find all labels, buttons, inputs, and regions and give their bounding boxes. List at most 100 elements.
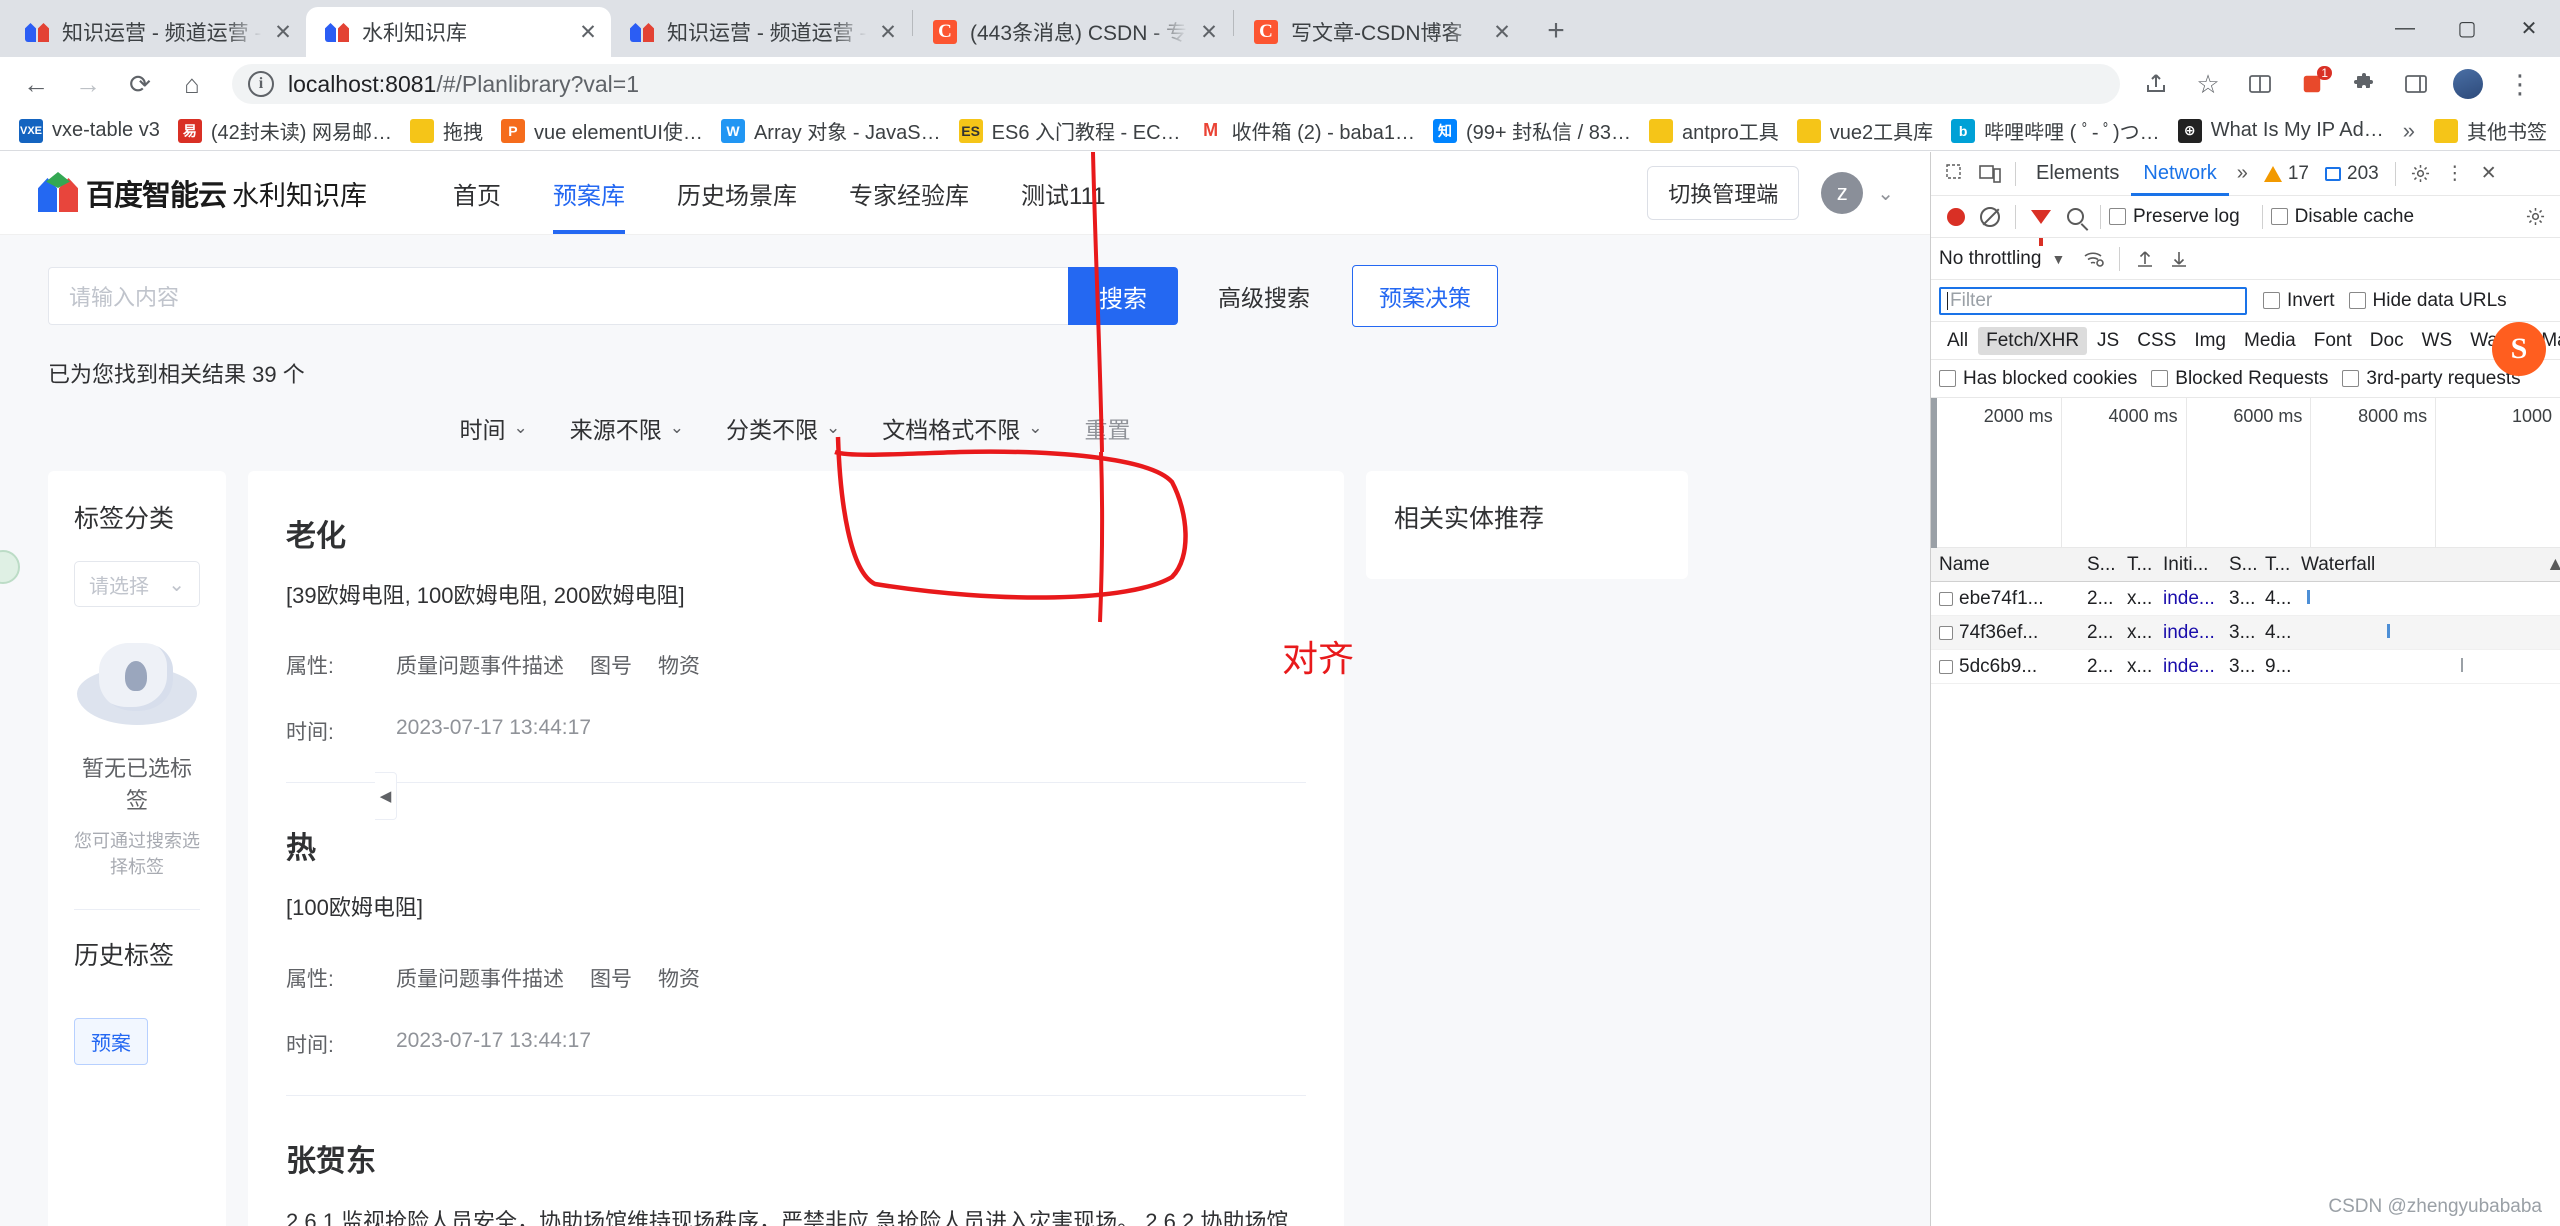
type-filter-css[interactable]: CSS <box>2129 327 2184 355</box>
tab-close-icon[interactable]: ✕ <box>1194 17 1224 47</box>
table-row[interactable]: 74f36ef... 2... x... inde... 3... 4... <box>1931 616 2560 650</box>
result-title[interactable]: 热 <box>286 823 1306 867</box>
wifi-icon[interactable] <box>2077 242 2111 276</box>
bookmark-star-icon[interactable]: ☆ <box>2186 62 2230 106</box>
more-tabs-icon[interactable]: » <box>2229 162 2256 185</box>
bookmark-item[interactable]: 知 (99+ 封私信 / 83… <box>1424 114 1640 148</box>
new-tab-button[interactable]: + <box>1533 8 1579 54</box>
blocked-requests-checkbox[interactable] <box>2151 370 2169 387</box>
bookmark-item[interactable]: VXE vxe-table v3 <box>10 114 169 148</box>
request-initiator[interactable]: inde... <box>2155 656 2221 678</box>
browser-menu-icon[interactable]: ⋮ <box>2498 62 2542 106</box>
devtools-tab-elements[interactable]: Elements <box>2024 152 2131 196</box>
nav-item-test111[interactable]: 测试111 <box>995 152 1131 234</box>
type-filter-media[interactable]: Media <box>2236 327 2304 355</box>
window-close-button[interactable]: ✕ <box>2498 0 2560 57</box>
minimize-button[interactable]: — <box>2374 0 2436 57</box>
table-row[interactable]: 5dc6b9... 2... x... inde... 3... 9... <box>1931 650 2560 684</box>
export-har-icon[interactable] <box>2162 242 2196 276</box>
column-header-type[interactable]: T... <box>2119 554 2155 576</box>
bookmarks-overflow-icon[interactable]: » <box>2393 114 2425 148</box>
forward-icon[interactable]: → <box>66 62 110 106</box>
plan-decision-button[interactable]: 预案决策 <box>1352 265 1498 327</box>
split-view-icon[interactable] <box>2238 62 2282 106</box>
type-filter-js[interactable]: JS <box>2089 327 2127 355</box>
filter-reset-button[interactable]: 重置 <box>1085 411 1131 445</box>
type-filter-img[interactable]: Img <box>2186 327 2234 355</box>
tab-close-icon[interactable]: ✕ <box>1487 17 1517 47</box>
disable-cache-checkbox[interactable] <box>2270 208 2288 225</box>
message-count-badge[interactable]: 203 <box>2317 163 2387 185</box>
chevron-down-icon[interactable]: ▼ <box>2051 251 2065 267</box>
devtools-menu-icon[interactable]: ⋮ <box>2438 157 2472 191</box>
bookmark-item[interactable]: W Array 对象 - JavaS… <box>712 114 950 148</box>
invert-checkbox[interactable] <box>2263 292 2280 309</box>
filter-icon[interactable] <box>2024 200 2058 246</box>
browser-tab-5[interactable]: C 写文章-CSDN博客 ✕ <box>1235 7 1525 57</box>
type-filter-doc[interactable]: Doc <box>2362 327 2412 355</box>
tab-close-icon[interactable]: ✕ <box>873 17 903 47</box>
device-toolbar-icon[interactable] <box>1973 157 2007 191</box>
type-filter-ws[interactable]: WS <box>2414 327 2461 355</box>
request-initiator[interactable]: inde... <box>2155 622 2221 644</box>
chevron-down-icon[interactable]: ⌄ <box>1877 181 1894 206</box>
nav-item-plan-library[interactable]: 预案库 <box>527 152 651 234</box>
preserve-log-checkbox[interactable] <box>2109 208 2126 225</box>
bookmark-item[interactable]: M 收件箱 (2) - baba1… <box>1190 114 1424 148</box>
extension-icon-badged[interactable]: 1 <box>2290 62 2334 106</box>
back-icon[interactable]: ← <box>14 62 58 106</box>
type-filter-font[interactable]: Font <box>2306 327 2360 355</box>
nav-item-home[interactable]: 首页 <box>427 152 527 234</box>
switch-admin-button[interactable]: 切换管理端 <box>1647 166 1800 220</box>
record-button[interactable] <box>1939 200 1973 234</box>
table-row[interactable]: ebe74f1... 2... x... inde... 3... 4... <box>1931 582 2560 616</box>
row-checkbox[interactable] <box>1939 625 1953 640</box>
clear-network-icon[interactable] <box>1973 200 2007 234</box>
sidebar-collapse-handle[interactable]: ◀ <box>375 772 397 820</box>
import-har-icon[interactable] <box>2128 242 2162 276</box>
column-header-status[interactable]: S... <box>2079 554 2119 576</box>
throttle-select[interactable]: No throttling <box>1939 248 2041 270</box>
request-initiator[interactable]: inde... <box>2155 588 2221 610</box>
result-title[interactable]: 老化 <box>286 511 1306 555</box>
row-checkbox[interactable] <box>1939 659 1953 674</box>
tag-select[interactable]: 请选择 ⌄ <box>74 561 200 607</box>
share-icon[interactable] <box>2134 62 2178 106</box>
address-bar[interactable]: i localhost:8081/#/Planlibrary?val=1 <box>232 64 2120 104</box>
column-header-initiator[interactable]: Initi... <box>2155 554 2221 576</box>
site-info-icon[interactable]: i <box>248 71 274 97</box>
avatar[interactable] <box>2446 62 2490 106</box>
type-filter-fetch-xhr[interactable]: Fetch/XHR <box>1978 326 2088 355</box>
nav-item-expert-experience[interactable]: 专家经验库 <box>823 152 995 234</box>
tab-close-icon[interactable]: ✕ <box>573 17 603 47</box>
result-title[interactable]: 张贺东 <box>286 1136 1306 1180</box>
devtools-close-icon[interactable]: ✕ <box>2472 157 2506 191</box>
browser-tab-3[interactable]: 知识运营 - 频道运营 - 水利知识库 ✕ <box>611 7 911 57</box>
devtools-tab-network[interactable]: Network <box>2131 152 2228 196</box>
side-panel-icon[interactable] <box>2394 62 2438 106</box>
search-input[interactable]: 请输入内容 <box>48 267 1068 325</box>
bookmark-item[interactable]: ES ES6 入门教程 - EC… <box>950 114 1190 148</box>
bookmark-folder[interactable]: 拖拽 <box>401 114 492 148</box>
bookmark-item[interactable]: Pvue elementUI使… <box>492 114 712 148</box>
column-header-time[interactable]: T... <box>2257 554 2293 576</box>
gear-icon[interactable] <box>2404 157 2438 191</box>
column-header-waterfall[interactable]: Waterfall <box>2293 554 2538 576</box>
bookmark-folder[interactable]: vue2工具库 <box>1788 114 1942 148</box>
third-party-requests-checkbox[interactable] <box>2342 370 2360 387</box>
filter-category[interactable]: 分类不限 ⌄ <box>726 411 840 445</box>
bookmark-item[interactable]: b 哔哩哔哩 ( ﾟ- ﾟ)つ… <box>1942 114 2169 148</box>
maximize-button[interactable]: ▢ <box>2436 0 2498 57</box>
app-logo[interactable]: 百度智能云 水利知识库 <box>38 172 367 214</box>
filter-source[interactable]: 来源不限 ⌄ <box>570 411 684 445</box>
nav-item-history-scenes[interactable]: 历史场景库 <box>651 152 823 234</box>
bookmark-item[interactable]: 易 (42封未读) 网易邮… <box>169 114 401 148</box>
bookmark-item[interactable]: ⊕ What Is My IP Ad… <box>2169 114 2393 148</box>
history-tag-chip[interactable]: 预案 <box>74 1018 148 1065</box>
filter-time[interactable]: 时间 ⌄ <box>460 411 528 445</box>
browser-tab-1[interactable]: 知识运营 - 频道运营 - 水利知识库 ✕ <box>6 7 306 57</box>
filter-doc-format[interactable]: 文档格式不限 ⌄ <box>882 411 1042 445</box>
browser-tab-4[interactable]: C (443条消息) CSDN - 专业开发者 ✕ <box>914 7 1232 57</box>
warning-count-badge[interactable]: 17 <box>2256 163 2317 185</box>
search-button[interactable]: 搜索 <box>1068 267 1178 325</box>
